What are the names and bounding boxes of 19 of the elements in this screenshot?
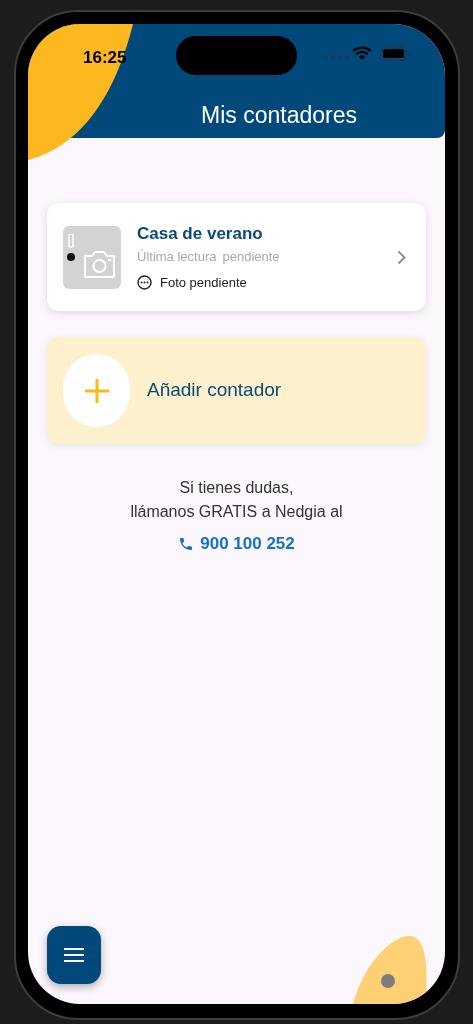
last-reading-value: pendiente	[222, 247, 280, 266]
battery-icon	[380, 46, 410, 61]
help-text: Si tienes dudas,	[179, 478, 294, 498]
add-meter-button[interactable]: Añadir contador	[47, 337, 426, 444]
last-reading-label: Última lectura	[137, 247, 217, 266]
meter-card[interactable]: Casa de verano Última lectura pendiente Foto pendiente	[47, 203, 426, 311]
page-title: Mis contadores	[200, 101, 358, 130]
photo-status: Foto pendiente	[160, 273, 247, 292]
help-text: llámanos GRATIS a Nedgia al	[130, 502, 343, 522]
phone-link[interactable]: 900 100 252	[178, 532, 295, 556]
chevron-right-icon	[397, 249, 406, 265]
meter-name: Casa de verano	[137, 222, 264, 245]
more-circle-icon	[137, 275, 152, 290]
menu-icon	[63, 947, 85, 963]
camera-icon	[83, 249, 116, 279]
wifi-icon	[352, 46, 372, 61]
menu-button[interactable]	[47, 926, 101, 984]
phone-icon	[178, 536, 195, 552]
signal-icon	[324, 55, 349, 59]
